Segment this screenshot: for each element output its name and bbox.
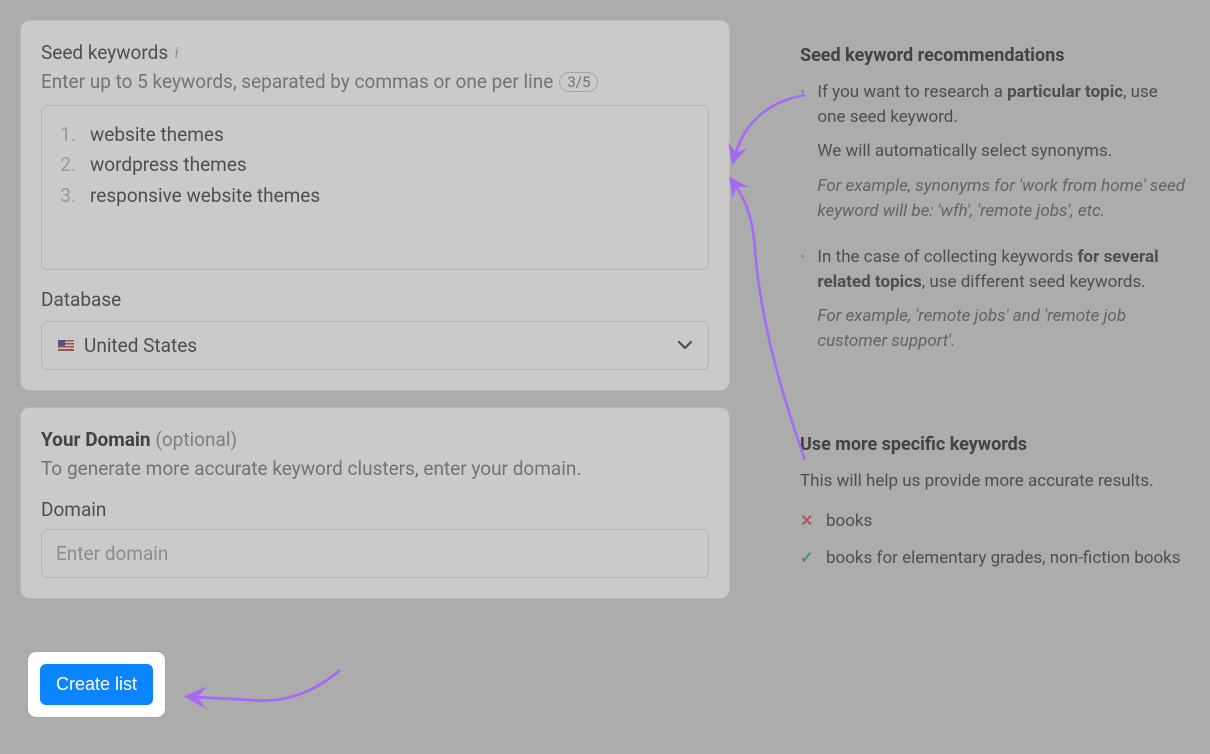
bullet-dot-icon: • [800, 80, 805, 233]
keyword-number: 2. [60, 150, 76, 180]
keyword-text: responsive website themes [90, 181, 320, 211]
seed-subtitle-row: Enter up to 5 keywords, separated by com… [41, 70, 709, 93]
info-icon[interactable]: i [174, 43, 179, 63]
recommendation-text: We will automatically select synonyms. [817, 139, 1190, 164]
us-flag-icon [58, 340, 74, 351]
recommendation-bullet: • If you want to research a particular t… [800, 80, 1190, 233]
bad-example-text: books [826, 509, 872, 534]
seed-keywords-card: Seed keywords i Enter up to 5 keywords, … [20, 20, 730, 391]
keyword-number: 1. [60, 120, 76, 150]
domain-field-label: Domain [41, 498, 709, 521]
database-label: Database [41, 288, 709, 311]
domain-input[interactable] [41, 529, 709, 578]
keyword-text: website themes [90, 120, 224, 150]
x-icon: ✕ [800, 509, 814, 534]
keyword-count-badge: 3/5 [559, 72, 598, 92]
recommendations-heading: Seed keyword recommendations [800, 45, 1190, 66]
recommendation-text: In the case of collecting keywords for s… [817, 245, 1190, 294]
chevron-down-icon [678, 338, 692, 354]
specific-keywords-heading: Use more specific keywords [800, 434, 1190, 455]
domain-title: Your Domain (optional) [41, 428, 709, 451]
bullet-dot-icon: • [800, 245, 805, 364]
recommendations-panel: Seed keyword recommendations • If you wa… [800, 20, 1190, 615]
recommendation-example: For example, synonyms for 'work from hom… [817, 174, 1190, 223]
domain-title-light: (optional) [155, 428, 237, 451]
seed-subtitle: Enter up to 5 keywords, separated by com… [41, 70, 553, 93]
domain-title-bold: Your Domain [41, 428, 151, 451]
bad-example: ✕ books [800, 509, 1190, 534]
keyword-number: 3. [60, 181, 76, 211]
database-select[interactable]: United States [41, 321, 709, 370]
database-selected: United States [84, 334, 197, 357]
seed-keywords-input[interactable]: 1. website themes 2. wordpress themes 3.… [41, 105, 709, 270]
recommendation-example: For example, 'remote jobs' and 'remote j… [817, 304, 1190, 353]
recommendation-text: If you want to research a particular top… [817, 80, 1190, 129]
keyword-line: 2. wordpress themes [60, 150, 690, 180]
create-button-highlight: Create list [28, 652, 165, 717]
recommendation-bullet: • In the case of collecting keywords for… [800, 245, 1190, 364]
specific-keywords-desc: This will help us provide more accurate … [800, 469, 1190, 494]
keyword-line: 1. website themes [60, 120, 690, 150]
seed-title: Seed keywords [41, 41, 168, 64]
good-example-text: books for elementary grades, non-fiction… [826, 546, 1181, 571]
good-example: ✓ books for elementary grades, non-ficti… [800, 546, 1190, 571]
create-list-button[interactable]: Create list [40, 664, 153, 705]
seed-title-row: Seed keywords i [41, 41, 709, 64]
keyword-line: 3. responsive website themes [60, 181, 690, 211]
keyword-text: wordpress themes [90, 150, 247, 180]
domain-card: Your Domain (optional) To generate more … [20, 407, 730, 599]
domain-description: To generate more accurate keyword cluste… [41, 457, 709, 480]
check-icon: ✓ [800, 546, 814, 571]
